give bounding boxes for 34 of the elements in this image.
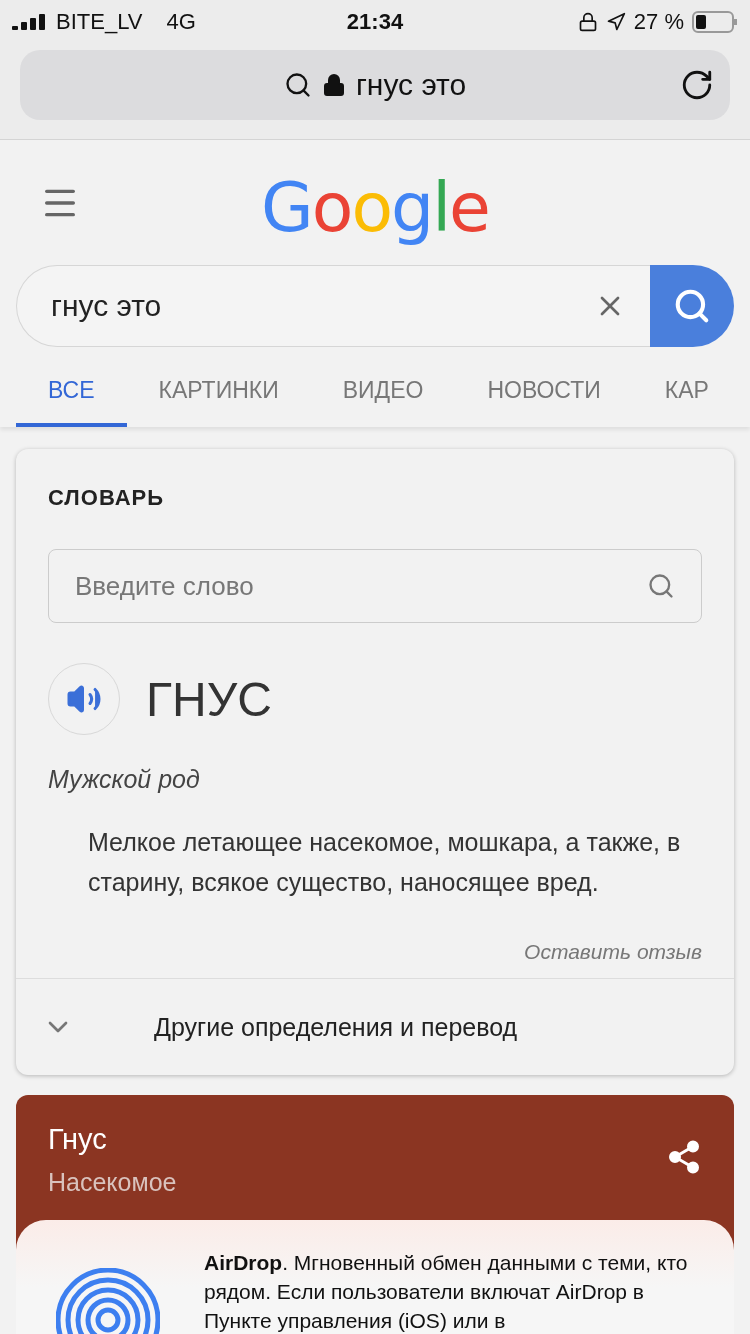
battery-percent: 27 % (633, 9, 684, 35)
address-bar[interactable]: гнус это (20, 50, 730, 120)
carrier-name: BITE_LV (56, 9, 143, 35)
search-field[interactable]: гнус это (16, 265, 650, 347)
tab[interactable]: НОВОСТИ (455, 359, 633, 427)
headword: ГНУС (146, 671, 272, 727)
card-title: СЛОВАРЬ (48, 485, 166, 511)
google-logo: Google (261, 168, 489, 247)
card-subtitle: Насекомое (48, 1168, 178, 1197)
tab[interactable]: КАР (632, 359, 741, 427)
location-icon (605, 12, 626, 32)
tab[interactable]: КАРТИНКИ (126, 359, 311, 427)
lock-icon (321, 73, 346, 97)
orientation-lock-icon (577, 12, 598, 32)
word-gender: Мужской род (48, 765, 201, 794)
word-input[interactable]: Введите слово (48, 549, 702, 623)
tab[interactable]: ВИДЕО (310, 359, 456, 427)
tab[interactable]: ВСЕ (16, 359, 127, 427)
more-definitions-button[interactable]: Другие определения и перевод (16, 978, 734, 1075)
search-icon (647, 572, 675, 600)
card-title: Гнус (48, 1123, 108, 1156)
battery-icon (692, 11, 738, 33)
search-icon (673, 287, 711, 325)
network-type: 4G (166, 9, 196, 35)
airdrop-description: AirDrop. Мгновенный обмен данными с теми, кто рядом. Если пользователи включат AirDrop в Пункте управления (iOS) или в (204, 1250, 689, 1334)
feedback-link[interactable]: Оставить отзыв (48, 940, 702, 964)
airdrop-icon (56, 1268, 160, 1334)
signal-icon (12, 14, 48, 30)
clock: 21:34 (346, 9, 404, 35)
reload-icon[interactable] (680, 68, 714, 102)
search-icon (283, 71, 312, 99)
definition: Мелкое летающее насекомое, мошкара, а также, в старину, всякое существо, наносящее вред. (88, 827, 682, 898)
share-icon[interactable] (666, 1139, 702, 1175)
search-button[interactable] (650, 265, 734, 347)
